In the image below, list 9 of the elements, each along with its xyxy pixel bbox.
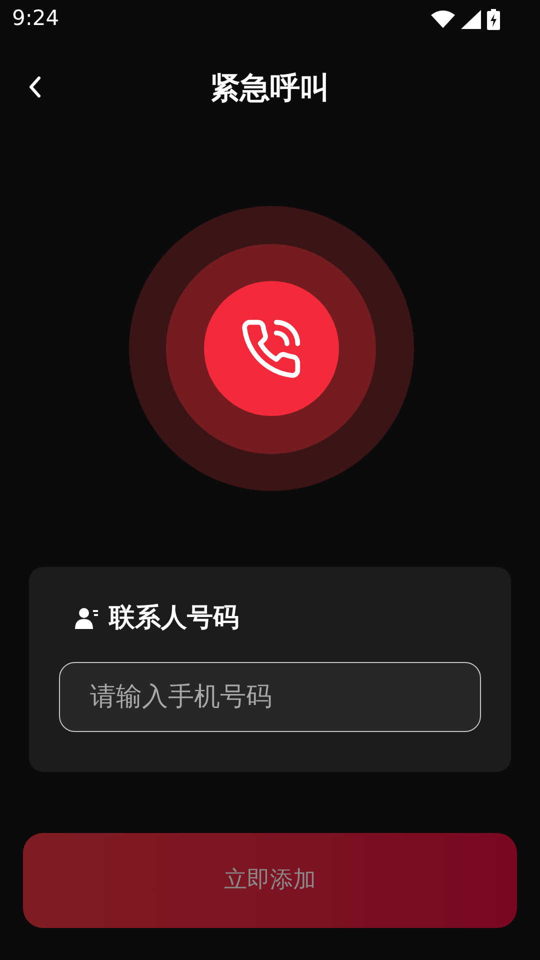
wifi-icon: [431, 10, 455, 28]
contact-icon: [75, 606, 99, 630]
status-time: 9:24: [12, 5, 60, 32]
phone-input[interactable]: 请输入手机号码: [59, 662, 481, 732]
battery-icon: [487, 8, 500, 30]
back-icon: [28, 76, 42, 98]
page-title: 紧急呼叫: [210, 70, 330, 108]
contact-label: 联系人号码: [109, 602, 239, 635]
signal-icon: [461, 10, 481, 28]
